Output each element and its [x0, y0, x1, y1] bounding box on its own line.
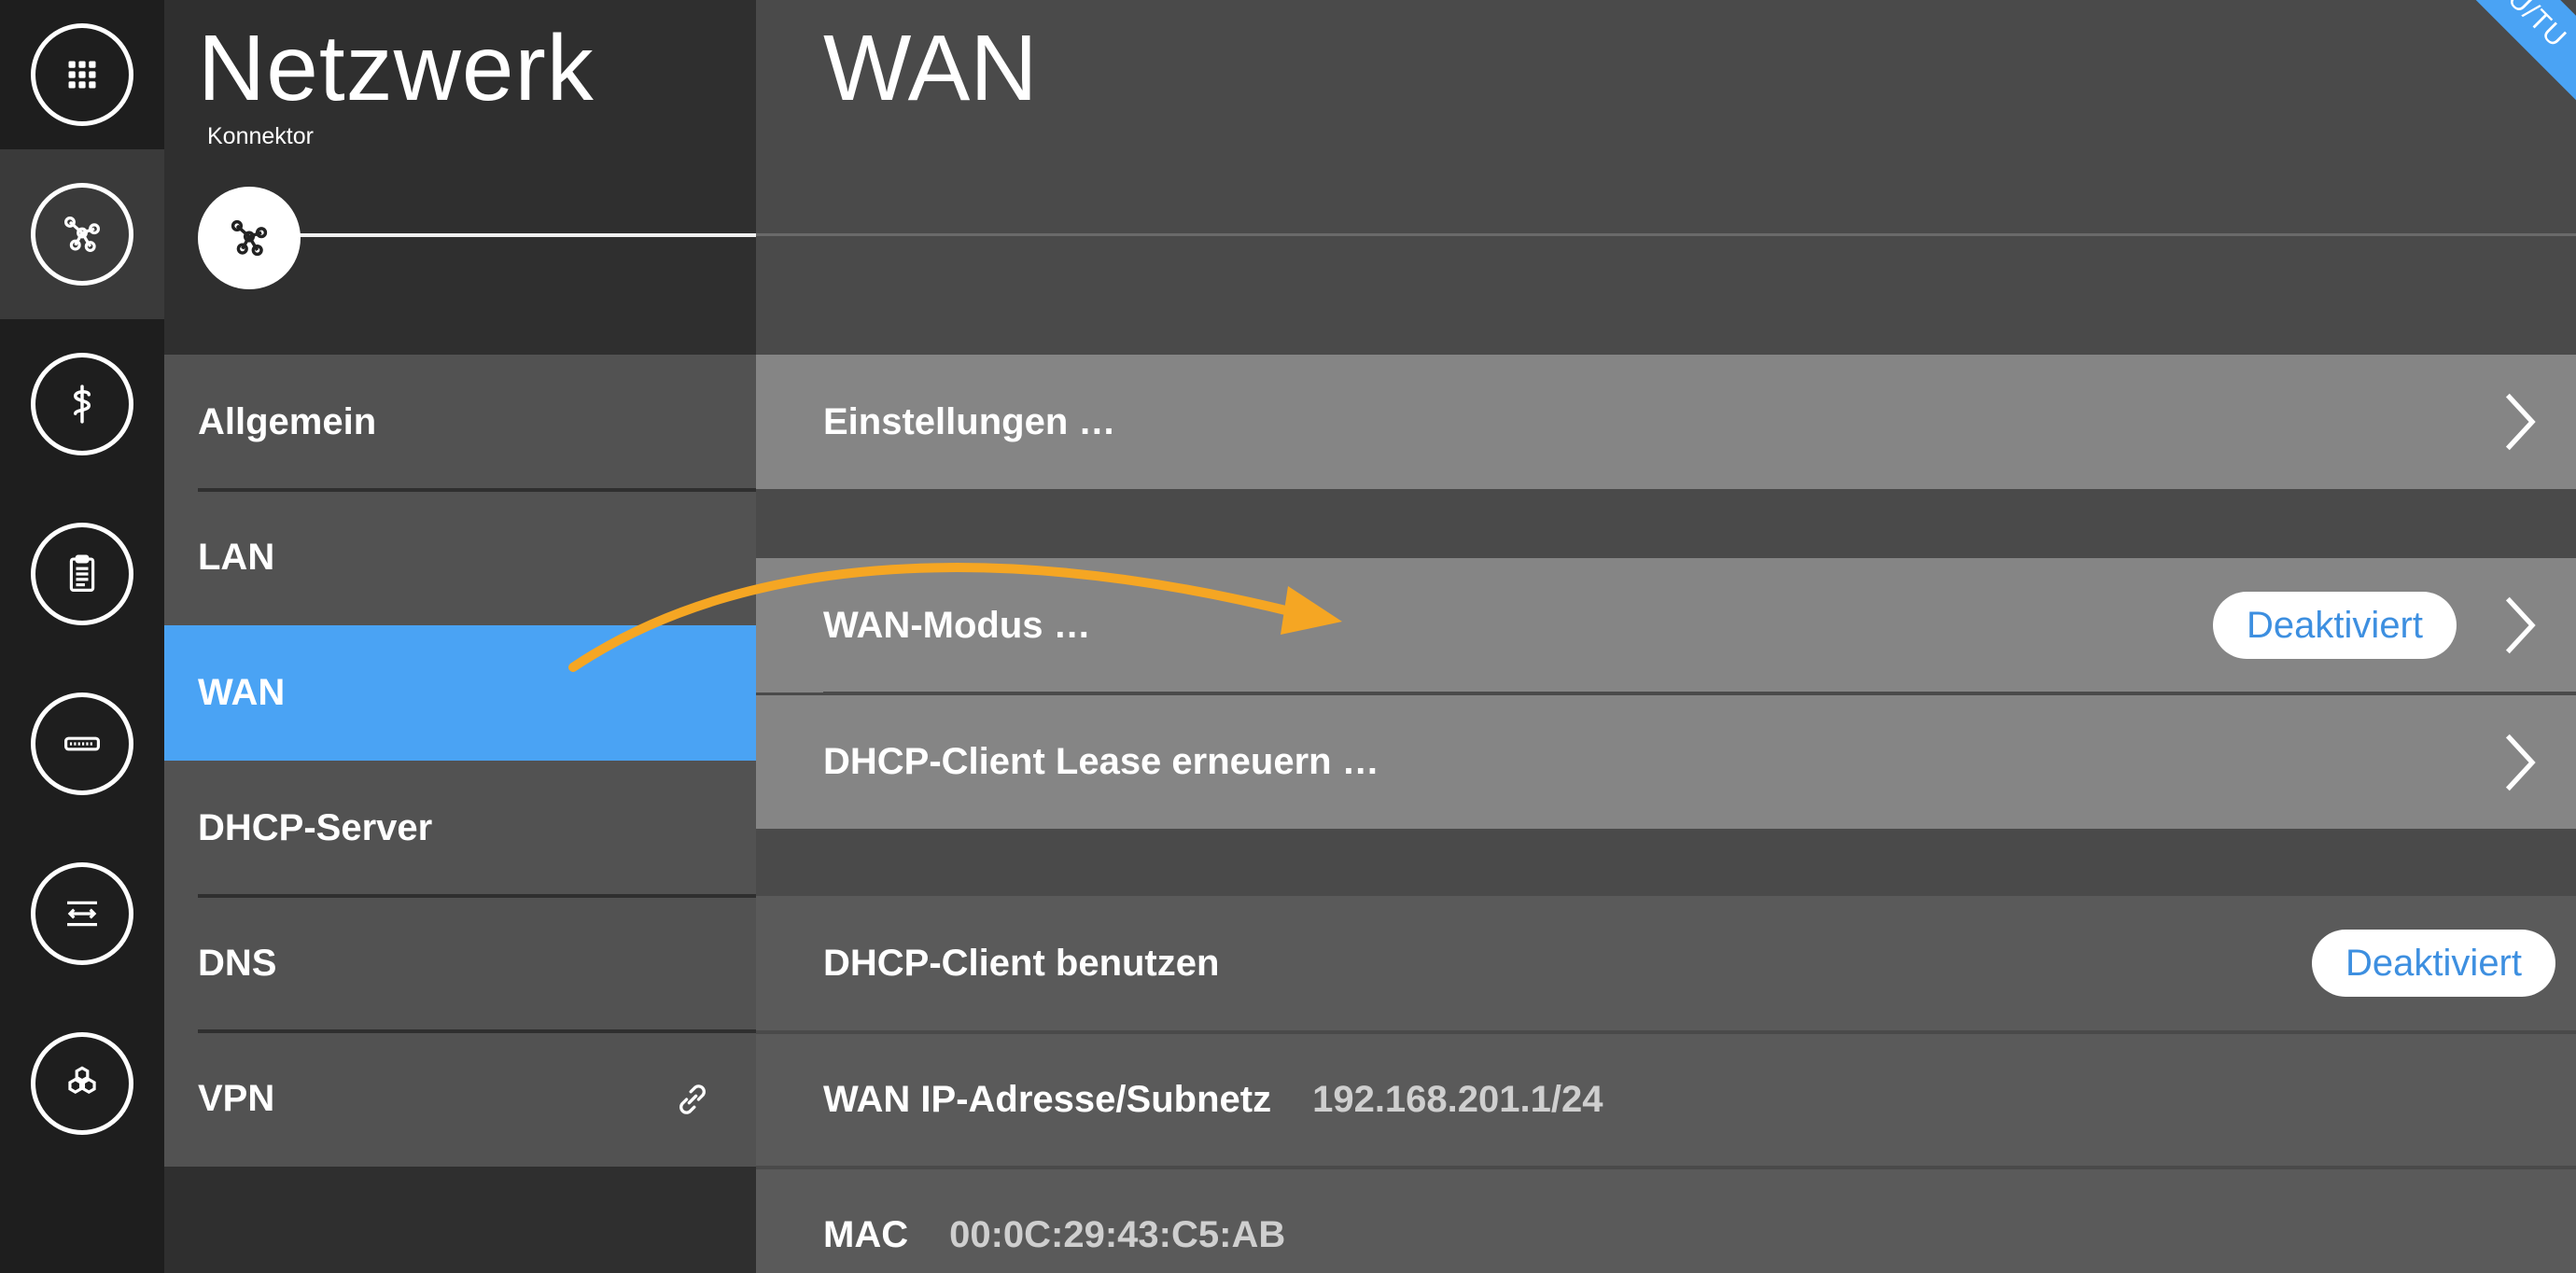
dhcp-client-row: DHCP-Client benutzen Deaktiviert [756, 896, 2576, 1030]
sidebar-item-label: DHCP-Server [198, 807, 433, 848]
icon-rail [0, 0, 164, 1273]
modules-icon [68, 1066, 96, 1094]
wan-ip-value: 192.168.201.1/24 [1312, 1079, 1603, 1120]
medical-icon [74, 385, 91, 424]
rail-card-reader-button[interactable] [0, 659, 164, 829]
clipboard-icon [69, 554, 95, 592]
settings-row[interactable]: Einstellungen … [756, 355, 2576, 489]
mac-row: MAC 00:0C:29:43:C5:AB [756, 1169, 2576, 1273]
sidebar-item-label: LAN [198, 537, 275, 578]
network-icon [231, 219, 268, 257]
sidebar-item-allgemein[interactable]: Allgemein [164, 355, 756, 490]
sidebar-item-label: DNS [198, 943, 277, 984]
apps-grid-icon [68, 61, 96, 89]
mac-label: MAC [823, 1214, 909, 1255]
mac-value: 00:0C:29:43:C5:AB [949, 1214, 1286, 1255]
corner-badge: RU/TU [2402, 0, 2576, 138]
dhcp-client-status-pill[interactable]: Deaktiviert [2312, 930, 2555, 997]
sidebar-item-dns[interactable]: DNS [164, 894, 756, 1031]
dhcp-client-label: DHCP-Client benutzen [823, 942, 1220, 984]
rail-clipboard-button[interactable] [0, 489, 164, 659]
sidebar-subtitle: Konnektor [207, 123, 314, 149]
sidebar-item-label: Allgemein [198, 401, 377, 442]
sidebar-item-label: WAN [198, 672, 286, 713]
header-divider [756, 233, 2576, 236]
card-reader-icon [64, 736, 100, 751]
rail-modules-button[interactable] [0, 999, 164, 1168]
sidebar-menu: Allgemein LAN WAN DHCP-Server DNS VPN [164, 355, 756, 1167]
rail-network-button[interactable] [0, 149, 164, 319]
wan-mode-label: WAN-Modus … [823, 604, 1091, 646]
sidebar-network-badge [198, 187, 301, 289]
dhcp-lease-label: DHCP-Client Lease erneuern … [823, 741, 1379, 782]
page-title: WAN [823, 16, 1038, 120]
rail-medical-button[interactable] [0, 319, 164, 489]
dhcp-lease-row[interactable]: DHCP-Client Lease erneuern … [756, 695, 2576, 829]
sidebar-item-dhcp-server[interactable]: DHCP-Server [164, 761, 756, 896]
settings-label: Einstellungen … [823, 400, 1116, 442]
chevron-right-icon [2505, 734, 2536, 790]
chevron-right-icon [2505, 393, 2536, 451]
transfer-icon [67, 901, 97, 927]
rail-apps-button[interactable] [0, 0, 164, 149]
wan-ip-row: WAN IP-Adresse/Subnetz 192.168.201.1/24 [756, 1034, 2576, 1166]
sidebar-item-vpn[interactable]: VPN [164, 1029, 756, 1167]
sidebar-item-label: VPN [198, 1078, 275, 1119]
wan-mode-row[interactable]: WAN-Modus … Deaktiviert [756, 558, 2576, 692]
wan-mode-status-pill[interactable]: Deaktiviert [2213, 592, 2457, 659]
sidebar-title: Netzwerk [198, 16, 595, 120]
chevron-right-icon [2505, 596, 2536, 654]
rail-transfer-button[interactable] [0, 829, 164, 999]
link-icon [679, 1084, 706, 1114]
wan-ip-label: WAN IP-Adresse/Subnetz [823, 1079, 1272, 1120]
sidebar-divider-line [297, 233, 756, 237]
sidebar-item-wan[interactable]: WAN [164, 625, 756, 761]
main-panel: WAN RU/TU Einstellungen … WAN-Modus … De… [756, 0, 2576, 1273]
sidebar-item-lan[interactable]: LAN [164, 488, 756, 625]
network-icon [64, 217, 100, 252]
sidebar: Netzwerk Konnektor Allgemein LAN WAN DHC… [164, 0, 756, 1273]
